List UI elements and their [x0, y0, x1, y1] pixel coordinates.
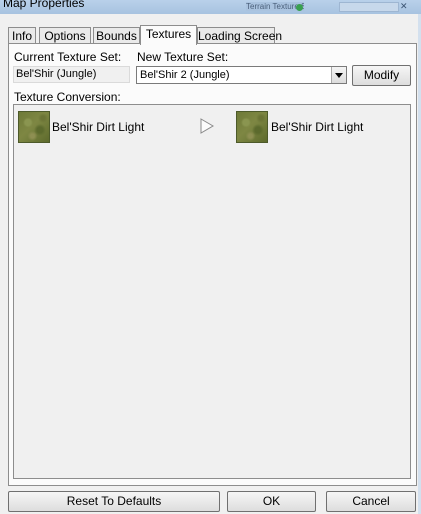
- current-texture-set-field: Bel'Shir (Jungle): [13, 66, 130, 83]
- background-close-icon: ✕: [400, 1, 408, 11]
- tab-textures[interactable]: Textures: [140, 25, 197, 45]
- modify-button[interactable]: Modify: [352, 65, 411, 86]
- background-search-box: [339, 2, 399, 12]
- target-texture-name: Bel'Shir Dirt Light: [271, 120, 364, 134]
- source-texture-name: Bel'Shir Dirt Light: [52, 120, 145, 134]
- current-texture-set-label: Current Texture Set:: [14, 50, 122, 64]
- new-texture-set-label: New Texture Set:: [137, 50, 229, 64]
- texture-conversion-label: Texture Conversion:: [14, 90, 121, 104]
- window-title: Map Properties: [3, 0, 85, 10]
- tab-info[interactable]: Info: [8, 27, 36, 44]
- cancel-button[interactable]: Cancel: [326, 491, 416, 512]
- texture-conversion-list: [13, 104, 411, 479]
- tab-loading-screen[interactable]: Loading Screen: [197, 27, 282, 44]
- new-texture-set-value: Bel'Shir 2 (Jungle): [140, 69, 230, 81]
- dropdown-arrow-button[interactable]: [331, 67, 346, 83]
- tab-bounds[interactable]: Bounds: [93, 27, 140, 44]
- source-texture-thumbnail[interactable]: [18, 111, 50, 143]
- reset-to-defaults-button[interactable]: Reset To Defaults: [8, 491, 220, 512]
- chevron-down-icon: [335, 73, 343, 78]
- ok-button[interactable]: OK: [227, 491, 316, 512]
- tab-options[interactable]: Options: [39, 27, 91, 44]
- conversion-arrow-icon: [200, 118, 214, 134]
- title-bar[interactable]: Map Properties Terrain Texture Sets ✕: [0, 0, 421, 14]
- target-texture-thumbnail[interactable]: [236, 111, 268, 143]
- new-texture-set-dropdown[interactable]: Bel'Shir 2 (Jungle): [136, 66, 347, 84]
- background-status-icon: [296, 4, 303, 11]
